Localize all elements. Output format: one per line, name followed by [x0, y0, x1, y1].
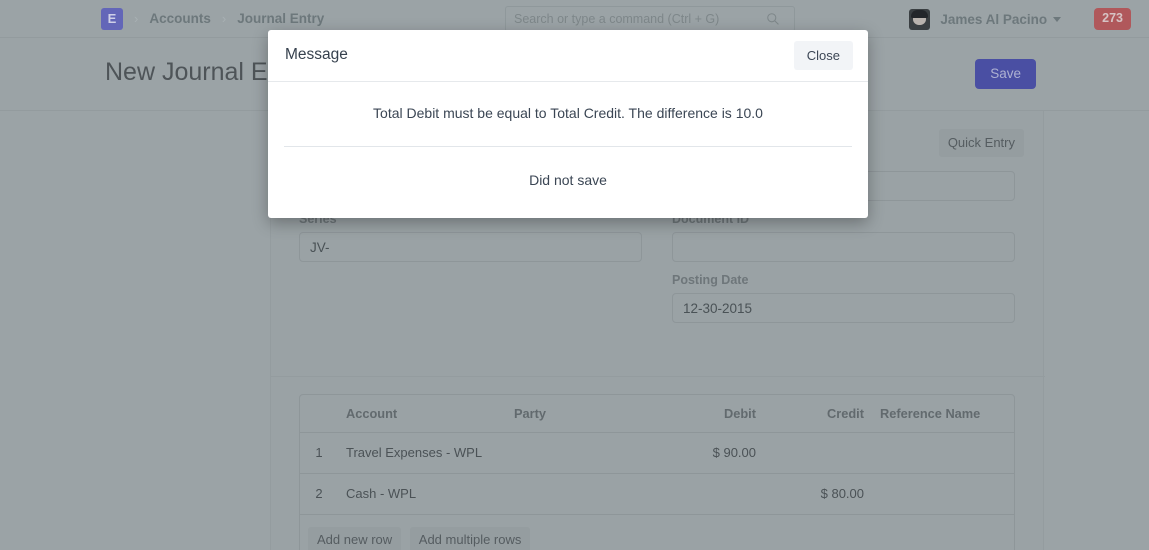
row-debit[interactable] [646, 473, 764, 514]
field-posting-date: Posting Date [672, 273, 1015, 323]
save-button[interactable]: Save [975, 59, 1036, 89]
breadcrumb-separator-1: › [134, 12, 138, 25]
user-avatar[interactable] [909, 9, 930, 30]
modal-body: Total Debit must be equal to Total Credi… [268, 82, 868, 218]
column-header-index [300, 395, 338, 433]
close-button[interactable]: Close [794, 41, 853, 71]
row-reference-name[interactable] [872, 433, 1015, 474]
column-header-party[interactable]: Party [506, 395, 646, 433]
table-actions-row: Add new row Add multiple rows [300, 514, 1015, 550]
row-account[interactable]: Cash - WPL [338, 473, 506, 514]
row-account[interactable]: Travel Expenses - WPL [338, 433, 506, 474]
brand-logo-icon[interactable]: E [101, 8, 123, 30]
column-header-debit[interactable]: Debit [646, 395, 764, 433]
user-name[interactable]: James Al Pacino [940, 12, 1047, 27]
row-credit[interactable] [764, 433, 872, 474]
table-row[interactable]: 1 Travel Expenses - WPL $ 90.00 [300, 433, 1015, 474]
row-reference-name[interactable] [872, 473, 1015, 514]
journal-entry-accounts-table: Account Party Debit Credit Reference Nam… [299, 394, 1015, 550]
modal-header: Message Close [268, 30, 868, 82]
field-series: Series [299, 212, 642, 262]
series-input[interactable] [299, 232, 642, 262]
row-party[interactable] [506, 473, 646, 514]
column-header-account[interactable]: Account [338, 395, 506, 433]
table-actions-cell: Add new row Add multiple rows [300, 514, 1015, 550]
breadcrumb-accounts[interactable]: Accounts [149, 11, 211, 26]
row-debit[interactable]: $ 90.00 [646, 433, 764, 474]
table-header-row: Account Party Debit Credit Reference Nam… [300, 395, 1015, 433]
row-credit[interactable]: $ 80.00 [764, 473, 872, 514]
modal-title: Message [285, 46, 348, 65]
breadcrumb-journal-entry[interactable]: Journal Entry [237, 11, 324, 26]
modal-message-primary: Total Debit must be equal to Total Credi… [268, 82, 868, 146]
document-id-input[interactable] [672, 232, 1015, 262]
section-divider [271, 376, 1045, 377]
field-label-posting-date: Posting Date [672, 273, 1015, 288]
message-modal: Message Close Total Debit must be equal … [268, 30, 868, 218]
search-input[interactable] [514, 12, 766, 26]
row-index: 1 [300, 433, 338, 474]
field-document-id: Document ID [672, 212, 1015, 262]
posting-date-input[interactable] [672, 293, 1015, 323]
navbar-right: James Al Pacino 273 [909, 0, 1149, 38]
notification-badge[interactable]: 273 [1094, 8, 1131, 30]
row-index: 2 [300, 473, 338, 514]
breadcrumb-separator-2: › [222, 12, 226, 25]
column-header-credit[interactable]: Credit [764, 395, 872, 433]
table-row[interactable]: 2 Cash - WPL $ 80.00 [300, 473, 1015, 514]
chevron-down-icon[interactable] [1053, 17, 1061, 22]
breadcrumb: E › Accounts › Journal Entry [101, 8, 324, 30]
modal-message-secondary: Did not save [268, 147, 868, 219]
column-header-reference-name[interactable]: Reference Name [872, 395, 1015, 433]
row-party[interactable] [506, 433, 646, 474]
global-search[interactable] [505, 6, 795, 32]
quick-entry-button[interactable]: Quick Entry [939, 129, 1024, 157]
add-multiple-rows-button[interactable]: Add multiple rows [410, 527, 531, 550]
add-new-row-button[interactable]: Add new row [308, 527, 401, 550]
search-icon [766, 12, 780, 26]
